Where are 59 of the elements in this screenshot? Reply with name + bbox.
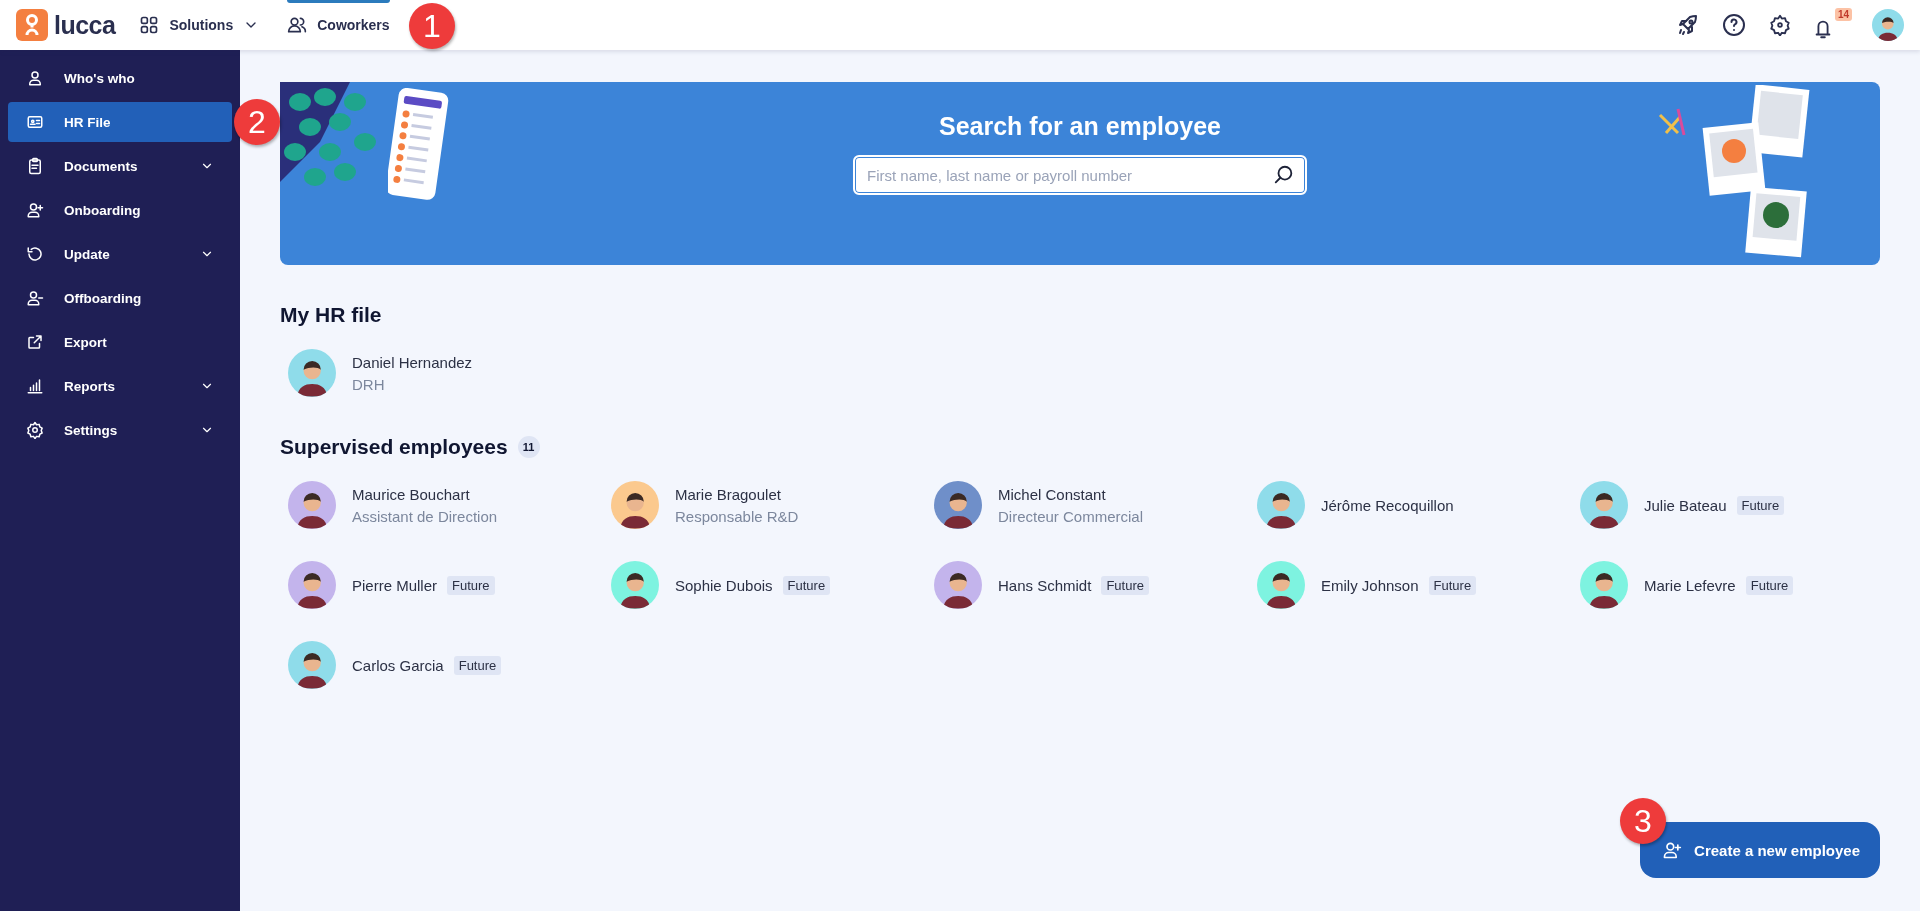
nav-tab[interactable]: Coworkers bbox=[277, 0, 400, 50]
employee-name[interactable]: Michel Constant bbox=[998, 485, 1106, 503]
sidebar-item[interactable]: Offboarding bbox=[8, 278, 232, 318]
sidebar-item[interactable]: Documents bbox=[8, 146, 232, 186]
people-icon bbox=[287, 15, 308, 35]
search-icon bbox=[1273, 164, 1295, 186]
person-plus-icon bbox=[26, 201, 44, 219]
person-minus-icon bbox=[26, 289, 44, 307]
sidebar-item[interactable]: Onboarding bbox=[8, 190, 232, 230]
sidebar-item[interactable]: HR File bbox=[8, 102, 232, 142]
logo-icon bbox=[16, 9, 48, 41]
employee-role: Assistant de Direction bbox=[352, 507, 498, 525]
status-tag: Future bbox=[1428, 575, 1477, 595]
sidebar-item[interactable]: Update bbox=[8, 234, 232, 274]
person-icon bbox=[26, 69, 44, 87]
employee-name[interactable]: Emily Johnson bbox=[1321, 576, 1419, 594]
sidebar-item[interactable]: Who's who bbox=[8, 58, 232, 98]
status-tag: Future bbox=[1101, 575, 1149, 595]
notification-count: 14 bbox=[1834, 8, 1852, 21]
sidebar-item[interactable]: Reports bbox=[8, 366, 232, 406]
user-avatar bbox=[1872, 9, 1904, 41]
employee-name[interactable]: Daniel Hernandez bbox=[352, 353, 473, 371]
employee-name[interactable]: Sophie Dubois bbox=[675, 576, 773, 594]
status-tag: Future bbox=[782, 575, 831, 595]
step-marker: 2 bbox=[234, 99, 280, 145]
employee-name[interactable]: Maurice Bouchart bbox=[352, 485, 470, 503]
bar-chart-icon bbox=[26, 377, 44, 395]
nav-tab[interactable]: Solutions bbox=[129, 0, 270, 50]
status-tag: Future bbox=[1745, 575, 1794, 595]
grid-icon bbox=[139, 15, 160, 35]
person-plus-icon bbox=[1662, 840, 1683, 860]
status-tag: Future bbox=[453, 655, 502, 675]
count-badge: 11 bbox=[517, 436, 540, 458]
employee-name[interactable]: Pierre Muller bbox=[352, 576, 438, 594]
employee-name[interactable]: Hans Schmidt bbox=[998, 576, 1092, 594]
section-title: My HR file bbox=[280, 303, 382, 327]
status-tag: Future bbox=[447, 575, 495, 595]
employee-name[interactable]: Julie Bateau bbox=[1644, 496, 1727, 514]
employee-name[interactable]: Marie Bragoulet bbox=[675, 485, 781, 503]
employee-name[interactable]: Jérôme Recoquillon bbox=[1321, 496, 1454, 514]
search-input[interactable]: First name, last name or payroll number bbox=[865, 165, 1273, 185]
search-field[interactable]: First name, last name or payroll number bbox=[853, 155, 1307, 195]
external-link-icon bbox=[26, 333, 44, 351]
employee-name[interactable]: Marie Lefevre bbox=[1644, 576, 1736, 594]
employee-name[interactable]: Carlos Garcia bbox=[352, 656, 444, 674]
step-marker: 3 bbox=[1620, 798, 1666, 844]
clipboard-icon bbox=[26, 157, 44, 175]
employee-role: Responsable R&D bbox=[675, 507, 799, 525]
section-title: Supervised employees bbox=[280, 435, 508, 459]
sidebar-item[interactable]: Export bbox=[8, 322, 232, 362]
logo-text: lucca bbox=[54, 10, 116, 40]
settings-icon bbox=[26, 421, 44, 439]
refresh-icon bbox=[26, 245, 44, 263]
banner-title: Search for an employee bbox=[938, 112, 1222, 141]
employee-role: Directeur Commercial bbox=[998, 507, 1144, 525]
sidebar-item[interactable]: Settings bbox=[8, 410, 232, 450]
employee-role: DRH bbox=[352, 375, 386, 393]
status-tag: Future bbox=[1736, 495, 1785, 515]
id-card-icon bbox=[26, 113, 44, 131]
